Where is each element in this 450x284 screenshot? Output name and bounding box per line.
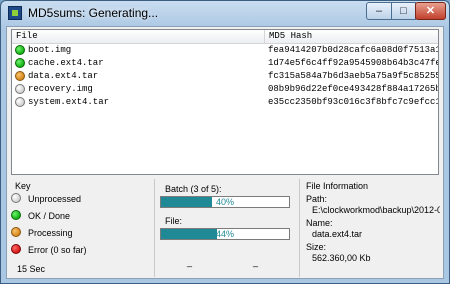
panel-divider xyxy=(299,179,300,277)
maximize-button[interactable]: □ xyxy=(391,2,416,20)
app-icon xyxy=(8,6,22,20)
status-processing-icon xyxy=(15,71,25,81)
status-processing-icon xyxy=(11,227,21,237)
status-dash-left: _ xyxy=(187,257,193,267)
key-heading: Key xyxy=(15,181,31,191)
status-dash-right: _ xyxy=(253,257,259,267)
batch-label: Batch (3 of 5): xyxy=(165,184,222,194)
table-row[interactable]: recovery.img 08b9b96d22ef0ce493428f884a1… xyxy=(12,83,438,95)
file-name: data.ext4.tar xyxy=(28,71,99,81)
close-button[interactable]: ✕ xyxy=(415,2,446,20)
size-label: Size: xyxy=(306,242,327,252)
main-window: MD5sums: Generating... – □ ✕ File MD5 Ha… xyxy=(0,0,450,284)
batch-progress-bar: 40% xyxy=(160,196,290,208)
file-info-heading: File Information xyxy=(306,181,369,191)
md5-hash: 08b9b96d22ef0ce493428f884a17265b xyxy=(268,84,438,94)
file-name: cache.ext4.tar xyxy=(28,58,104,68)
status-done-icon xyxy=(11,210,21,220)
table-row[interactable]: system.ext4.tar e35cc2350bf93c016c3f8bfc… xyxy=(12,96,438,108)
elapsed-time: 15 Sec xyxy=(17,264,46,274)
md5-hash: 1d74e5f6c4ff92a9545908b64b3c47fe xyxy=(268,58,438,68)
file-name: recovery.img xyxy=(28,84,93,94)
key-label: Unprocessed xyxy=(28,194,82,204)
md5-hash: fc315a584a7b6d3aeb5a75a9f5c85255 xyxy=(268,71,438,81)
key-label: OK / Done xyxy=(28,211,71,221)
name-label: Name: xyxy=(306,218,333,228)
md5-hash: e35cc2350bf93c016c3f8bfc7c9efcc1 xyxy=(268,97,438,107)
client-area: File MD5 Hash boot.img fea9414207b0d28ca… xyxy=(6,26,444,279)
key-label: Processing xyxy=(28,228,73,238)
status-unprocessed-icon xyxy=(15,97,25,107)
path-label: Path: xyxy=(306,194,328,204)
file-progress-text: 44% xyxy=(215,229,234,239)
status-done-icon xyxy=(15,58,25,68)
path-value: E:\clockworkmod\backup\2012-06- xyxy=(312,205,440,215)
md5-hash: fea9414207b0d28cafc6a08d0f7513a1 xyxy=(268,45,438,55)
status-unprocessed-icon xyxy=(11,193,21,203)
column-header-hash[interactable]: MD5 Hash xyxy=(265,30,438,43)
window-title: MD5sums: Generating... xyxy=(28,6,159,20)
list-header: File MD5 Hash xyxy=(12,30,438,44)
status-done-icon xyxy=(15,45,25,55)
panel-divider xyxy=(154,179,155,277)
batch-progress-text: 40% xyxy=(215,197,234,207)
table-row[interactable]: boot.img fea9414207b0d28cafc6a08d0f7513a… xyxy=(12,44,438,56)
name-value: data.ext4.tar xyxy=(312,229,363,239)
title-bar[interactable]: MD5sums: Generating... – □ ✕ xyxy=(1,1,449,25)
key-label: Error (0 so far) xyxy=(28,245,87,255)
status-error-icon xyxy=(11,244,21,254)
file-progress-label: File: xyxy=(165,216,183,226)
column-header-file[interactable]: File xyxy=(12,30,265,43)
size-value: 562.360,00 Kb xyxy=(312,253,371,263)
minimize-button[interactable]: – xyxy=(366,2,392,20)
table-row[interactable]: data.ext4.tar fc315a584a7b6d3aeb5a75a9f5… xyxy=(12,70,438,82)
file-name: boot.img xyxy=(28,45,72,55)
table-row[interactable]: cache.ext4.tar 1d74e5f6c4ff92a9545908b64… xyxy=(12,57,438,69)
file-name: system.ext4.tar xyxy=(28,97,110,107)
file-progress-bar: 44% xyxy=(160,228,290,240)
status-unprocessed-icon xyxy=(15,84,25,94)
file-list[interactable]: File MD5 Hash boot.img fea9414207b0d28ca… xyxy=(11,29,439,175)
